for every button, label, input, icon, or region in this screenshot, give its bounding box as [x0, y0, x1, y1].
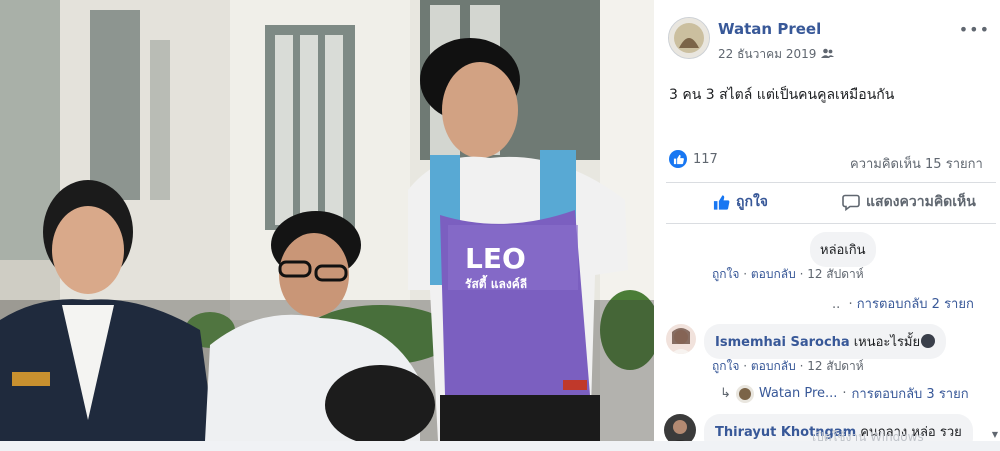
shirt-logo-text: LEO: [465, 242, 526, 275]
comment-meta: ถูกใจ · ตอบกลับ · 12 สัปดาห์: [712, 267, 864, 281]
more-options-button[interactable]: •••: [959, 20, 990, 39]
divider: [666, 182, 996, 183]
thumbs-up-icon: [713, 194, 730, 210]
like-button-label: ถูกใจ: [736, 194, 768, 210]
author-avatar[interactable]: [668, 17, 710, 59]
post-date[interactable]: 22 ธันวาคม 2019: [718, 45, 816, 64]
like-count: 117: [693, 151, 718, 167]
view-replies-text: การตอบกลับ 3 รายก: [851, 387, 969, 402]
comment-bubble-icon: [842, 194, 860, 211]
post-meta: 22 ธันวาคม 2019: [718, 45, 835, 64]
divider: [666, 223, 996, 224]
reaction-summary[interactable]: 117: [669, 150, 718, 168]
comment-like-link[interactable]: ถูกใจ: [712, 359, 739, 373]
shirt-sub-text: รัสตี้ แลงค์ลี: [465, 274, 527, 291]
reply-arrow-icon: ↳: [720, 386, 731, 401]
emoji-icon: [921, 334, 936, 348]
comment-time[interactable]: 12 สัปดาห์: [807, 267, 863, 281]
comment-reply-link[interactable]: ตอบกลับ: [751, 267, 796, 281]
friends-icon: [821, 48, 835, 62]
comment-text: หล่อเกิน: [820, 243, 866, 258]
comment-like-link[interactable]: ถูกใจ: [712, 267, 739, 281]
commenter-name[interactable]: Ismemhai Sarocha: [715, 335, 850, 350]
commenter-avatar[interactable]: [666, 324, 696, 354]
comment-reply-link[interactable]: ตอบกลับ: [751, 359, 796, 373]
comment-text: เหนอะไรมั้ย: [853, 335, 921, 350]
like-button[interactable]: ถูกใจ: [712, 191, 768, 213]
comment-bubble: Ismemhai Sarocha เหนอะไรมั้ย: [704, 324, 947, 359]
scroll-down-arrow[interactable]: ▼: [990, 430, 1000, 440]
photo-illustration: LEO รัสตี้ แลงค์ลี: [0, 0, 654, 441]
comment-meta: ถูกใจ · ตอบกลับ · 12 สัปดาห์: [712, 359, 864, 373]
post-text: 3 คน 3 สไตล์ แต่เป็นคนคูลเหมือนกัน: [669, 87, 895, 103]
comment-bubble: หล่อเกิน: [810, 232, 876, 267]
comment-time[interactable]: 12 สัปดาห์: [807, 359, 863, 373]
comment-count[interactable]: ความคิดเห็น 15 รายกา: [850, 153, 983, 174]
reply-preview[interactable]: ↳ Watan Pre... · การตอบกลับ 3 รายก: [720, 383, 969, 404]
like-reaction-icon: [669, 150, 687, 168]
bottom-scrollbar-track: [0, 441, 1000, 451]
reply-author-name: Watan Pre...: [758, 386, 838, 401]
post-author-name[interactable]: Watan Preel: [718, 20, 821, 38]
reply-author-avatar: [735, 384, 754, 403]
post-sidebar: Watan Preel 22 ธันวาคม 2019 ••• 3 คน 3 ส…: [654, 0, 1000, 441]
view-replies-text: การตอบกลับ 2 รายก: [856, 297, 974, 312]
view-replies-link[interactable]: .. · การตอบกลับ 2 รายก: [832, 293, 974, 314]
post-photo[interactable]: LEO รัสตี้ แลงค์ลี: [0, 0, 654, 441]
commenter-avatar[interactable]: [664, 414, 696, 441]
comment-button[interactable]: แสดงความคิดเห็น: [842, 191, 976, 213]
comment-button-label: แสดงความคิดเห็น: [866, 194, 976, 210]
